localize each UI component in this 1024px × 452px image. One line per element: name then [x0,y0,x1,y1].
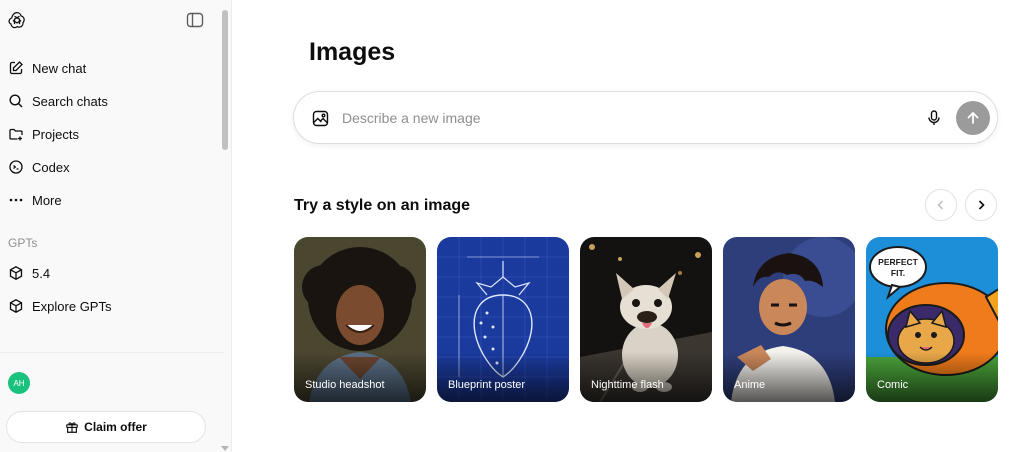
claim-offer-button[interactable]: Claim offer [6,411,206,443]
card-label: Comic [877,379,909,391]
card-shade [866,352,998,402]
explore-gpts-label: Explore GPTs [32,298,112,314]
more-label: More [32,192,62,208]
avatar[interactable]: AH [8,372,30,394]
search-icon [8,93,24,109]
search-chats-button[interactable]: Search chats [8,88,108,114]
add-image-icon[interactable] [312,110,329,127]
arrow-up-icon [967,111,979,124]
send-button[interactable] [956,101,990,135]
card-label: Nighttime flash [591,379,664,391]
gpt-item-5-4[interactable]: 5.4 [8,260,50,286]
style-card-nighttime-flash[interactable]: Nighttime flash [580,237,712,402]
image-prompt-input[interactable] [342,106,902,130]
openai-logo-icon[interactable] [7,10,27,30]
style-card-blueprint-poster[interactable]: Blueprint poster [437,237,569,402]
gpts-section-label: GPTs [8,236,38,250]
carousel-next-button[interactable] [965,189,997,221]
card-label: Blueprint poster [448,379,526,391]
codex-label: Codex [32,159,70,175]
comic-bubble-line1: PERFECT [878,257,918,267]
image-prompt-bar [293,91,998,144]
carousel-prev-button[interactable] [925,189,957,221]
gift-icon [66,422,78,433]
projects-label: Projects [32,126,79,142]
app-window: New chat Search chats Projects Codex Mor… [0,0,1024,452]
card-shade [294,352,426,402]
projects-button[interactable]: Projects [8,121,79,147]
page-title: Images [309,38,396,66]
card-shade [723,352,855,402]
search-chats-label: Search chats [32,93,108,109]
explore-gpts-button[interactable]: Explore GPTs [8,293,111,319]
more-icon [8,192,24,208]
folder-icon [8,126,24,142]
comic-bubble-line2: FIT. [891,268,905,278]
scroll-down-arrow-icon[interactable] [221,446,229,451]
chevron-right-icon [978,200,985,210]
style-card-comic[interactable]: PERFECT FIT. Comic [866,237,998,402]
chevron-left-icon [937,200,944,210]
edit-icon [8,60,24,76]
cube-icon [8,265,24,281]
card-shade [437,352,569,402]
sidebar-toggle-icon[interactable] [186,12,204,28]
more-button[interactable]: More [8,187,62,213]
new-chat-label: New chat [32,60,87,76]
style-card-studio-headshot[interactable]: Studio headshot [294,237,426,402]
sidebar-scrollbar-thumb[interactable] [222,10,228,150]
gpt-item-label: 5.4 [32,265,51,281]
codex-icon [8,159,24,175]
card-label: Studio headshot [305,379,385,391]
cube-icon [8,298,24,314]
new-chat-button[interactable]: New chat [8,55,86,81]
sidebar-divider [0,352,224,353]
claim-offer-label: Claim offer [84,420,147,434]
microphone-icon[interactable] [925,109,943,127]
styles-section-title: Try a style on an image [294,197,471,214]
style-card-anime[interactable]: Anime [723,237,855,402]
card-shade [580,352,712,402]
sidebar: New chat Search chats Projects Codex Mor… [0,0,232,452]
card-label: Anime [734,379,766,391]
codex-button[interactable]: Codex [8,154,70,180]
